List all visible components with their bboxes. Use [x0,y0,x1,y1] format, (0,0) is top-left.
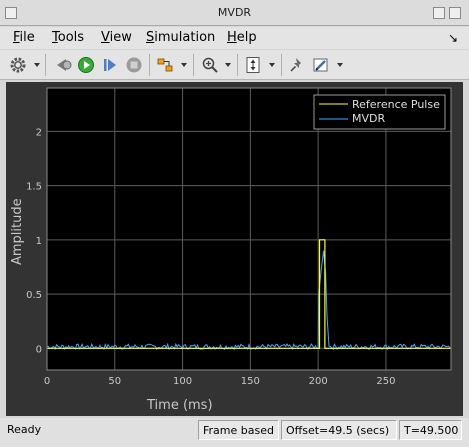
x-tick-label: 50 [108,376,121,387]
menu-file[interactable]: File [13,30,35,45]
zoom-in-icon[interactable] [200,55,220,75]
toolbar-separator [149,54,150,76]
menu-view[interactable]: View [101,30,132,45]
scope-display: 0 50 100 150 200 250 0 0.5 1 1.5 2 Time (ms) Ampli… [6,82,463,416]
menu-help-mnemonic: H [227,30,237,45]
y-tick-label: 0.5 [26,290,42,301]
scale-dropdown-icon[interactable] [269,63,275,67]
y-tick-label: 1.5 [26,182,42,193]
menu-help[interactable]: Help [227,30,257,45]
menu-view-mnemonic: V [101,30,110,45]
x-tick-label: 0 [44,376,50,387]
title-bar: MVDR [0,0,469,26]
menu-help-label: elp [236,30,257,45]
status-offset: Offset=49.5 (secs) [281,420,397,440]
pin-icon[interactable] [287,55,307,75]
legend-label-reference: Reference Pulse [352,98,440,111]
legend[interactable]: Reference Pulse MVDR [313,94,446,130]
style-dropdown-icon[interactable] [337,63,343,67]
status-bar: Ready Frame based Offset=49.5 (secs) T=4… [0,418,469,447]
status-ready: Ready [7,423,42,436]
menu-simulation-label: imulation [154,30,216,45]
window-title: MVDR [217,6,252,19]
toolbar-separator [45,54,46,76]
menu-simulation[interactable]: Simulation [146,30,215,45]
toolbar-separator [193,54,194,76]
zoom-dropdown-icon[interactable] [225,63,231,67]
y-tick-label: 2 [36,127,42,138]
amplitude-time-plot[interactable]: 0 50 100 150 200 250 0 0.5 1 1.5 2 Time (ms) Ampli… [6,82,463,416]
toolbar [0,50,469,80]
style-icon[interactable] [311,55,331,75]
run-icon[interactable] [76,55,96,75]
step-back-icon[interactable] [53,55,73,75]
scale-axes-icon[interactable] [243,55,263,75]
close-button[interactable] [449,7,461,19]
settings-icon[interactable] [8,55,28,75]
status-frame-mode: Frame based [198,420,279,440]
toolbar-separator [237,54,238,76]
x-tick-label: 200 [309,376,328,387]
y-axis-label: Amplitude [10,198,25,265]
x-tick-label: 250 [376,376,395,387]
y-tick-label: 1 [36,236,42,247]
stop-icon[interactable] [124,55,144,75]
menu-tools[interactable]: Tools [52,30,84,45]
window-menu-button[interactable] [5,7,17,19]
legend-label-mvdr: MVDR [352,112,385,125]
y-tick-label: 0 [36,344,42,355]
menu-file-label: ile [19,30,35,45]
highlight-dropdown-icon[interactable] [181,63,187,67]
minimize-button[interactable] [433,7,445,19]
dock-arrow-icon[interactable]: ↘ [448,31,458,45]
x-axis-label: Time (ms) [146,398,213,413]
step-forward-icon[interactable] [100,55,120,75]
status-time: T=49.500 [399,420,462,440]
highlight-signal-icon[interactable] [155,55,175,75]
menu-tools-label: ools [57,30,85,45]
settings-dropdown-icon[interactable] [34,63,40,67]
menu-bar: File Tools View Simulation Help ↘ [0,27,469,49]
menu-view-label: iew [109,30,132,45]
axes-background [47,88,451,370]
x-tick-label: 100 [173,376,192,387]
toolbar-separator [281,54,282,76]
x-tick-label: 150 [241,376,260,387]
